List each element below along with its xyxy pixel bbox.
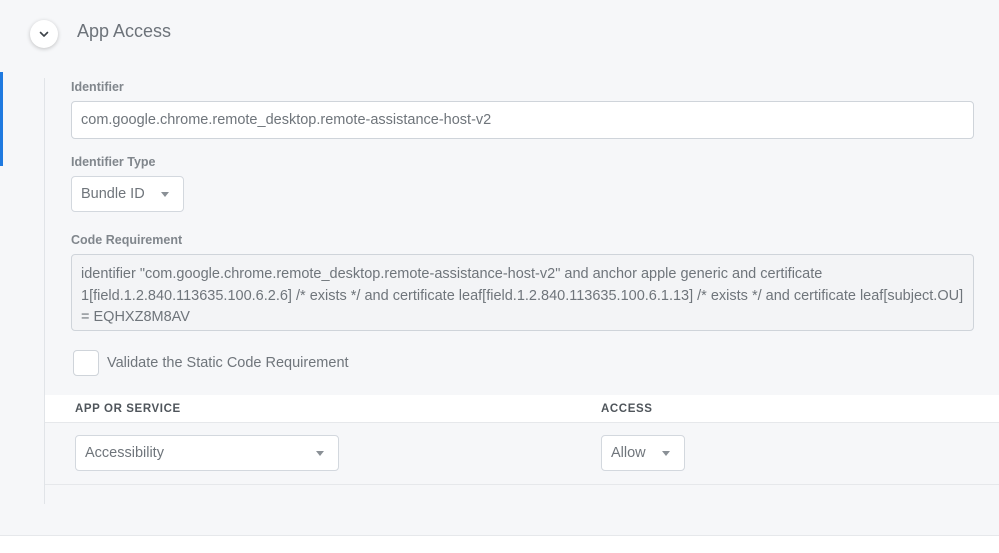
access-value: Allow bbox=[611, 445, 646, 461]
code-requirement-label: Code Requirement bbox=[71, 233, 183, 247]
collapse-button[interactable] bbox=[30, 20, 58, 48]
caret-down-icon bbox=[161, 191, 169, 197]
access-select[interactable]: Allow bbox=[601, 435, 685, 471]
bottom-strip bbox=[0, 535, 999, 553]
identifier-type-value: Bundle ID bbox=[81, 186, 145, 202]
identifier-type-label: Identifier Type bbox=[71, 155, 156, 169]
section-header: App Access bbox=[30, 14, 171, 48]
column-header-access: ACCESS bbox=[601, 403, 653, 415]
identifier-type-select[interactable]: Bundle ID bbox=[71, 176, 184, 212]
chevron-down-icon bbox=[39, 31, 49, 37]
caret-down-icon bbox=[316, 450, 324, 456]
table-header: APP OR SERVICE ACCESS bbox=[45, 395, 999, 423]
table-row-divider bbox=[45, 484, 999, 485]
identifier-input[interactable]: com.google.chrome.remote_desktop.remote-… bbox=[71, 101, 974, 139]
section-title: App Access bbox=[77, 20, 172, 41]
validate-static-row: Validate the Static Code Requirement bbox=[73, 350, 349, 376]
code-requirement-textarea[interactable]: identifier "com.google.chrome.remote_des… bbox=[71, 254, 974, 331]
active-accent-bar bbox=[0, 72, 3, 166]
service-value: Accessibility bbox=[85, 445, 164, 461]
validate-static-label: Validate the Static Code Requirement bbox=[107, 355, 349, 371]
caret-down-icon bbox=[662, 450, 670, 456]
validate-static-checkbox[interactable] bbox=[73, 350, 99, 376]
service-select[interactable]: Accessibility bbox=[75, 435, 339, 471]
column-header-service: APP OR SERVICE bbox=[75, 403, 181, 415]
section-left-rule bbox=[44, 78, 45, 504]
identifier-label: Identifier bbox=[71, 80, 124, 94]
app-access-page: App Access Identifier com.google.chrome.… bbox=[0, 0, 999, 553]
